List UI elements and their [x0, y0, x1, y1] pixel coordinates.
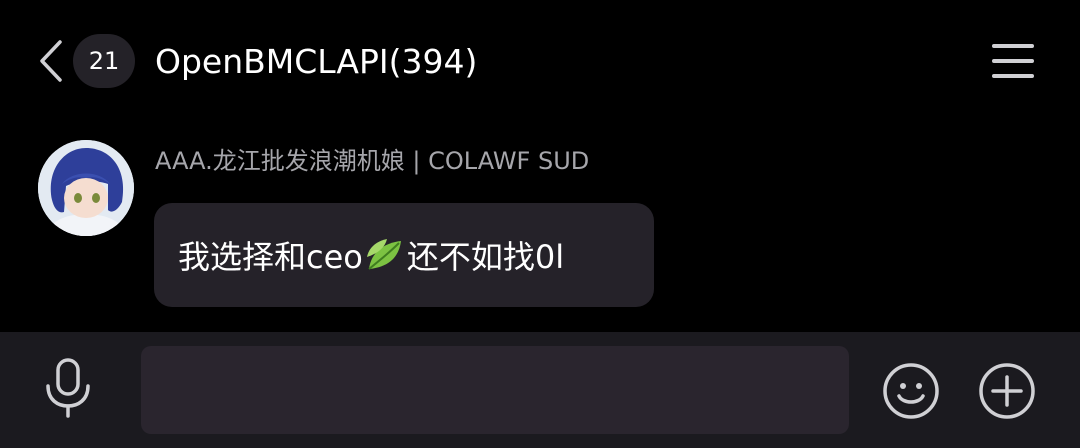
- microphone-icon[interactable]: [40, 356, 96, 420]
- unread-count-badge[interactable]: 21: [73, 34, 135, 88]
- message-input[interactable]: [141, 346, 849, 434]
- input-bar: [0, 332, 1080, 448]
- message-list: AAA.龙江批发浪潮机娘 | COLAWF SUD 我选择和ceo 还不如找0l: [0, 124, 1080, 332]
- sender-name[interactable]: AAA.龙江批发浪潮机娘 | COLAWF SUD: [155, 144, 589, 178]
- message-text-part-1: 我选择和ceo: [178, 238, 363, 276]
- avatar[interactable]: [38, 140, 134, 236]
- message-text-part-2: 还不如找0l: [406, 238, 565, 276]
- chevron-left-icon[interactable]: [36, 38, 66, 84]
- message-text: 我选择和ceo 还不如找0l: [178, 232, 564, 278]
- plus-circle-icon[interactable]: [978, 362, 1036, 420]
- leaf-icon: [366, 239, 401, 270]
- message-bubble[interactable]: 我选择和ceo 还不如找0l: [154, 203, 654, 307]
- smiley-icon[interactable]: [882, 362, 940, 420]
- avatar-image: [38, 140, 134, 236]
- hamburger-menu-icon[interactable]: [990, 40, 1036, 82]
- chat-title: OpenBMCLAPI(394): [155, 42, 478, 81]
- chat-header: 21 OpenBMCLAPI(394): [0, 0, 1080, 124]
